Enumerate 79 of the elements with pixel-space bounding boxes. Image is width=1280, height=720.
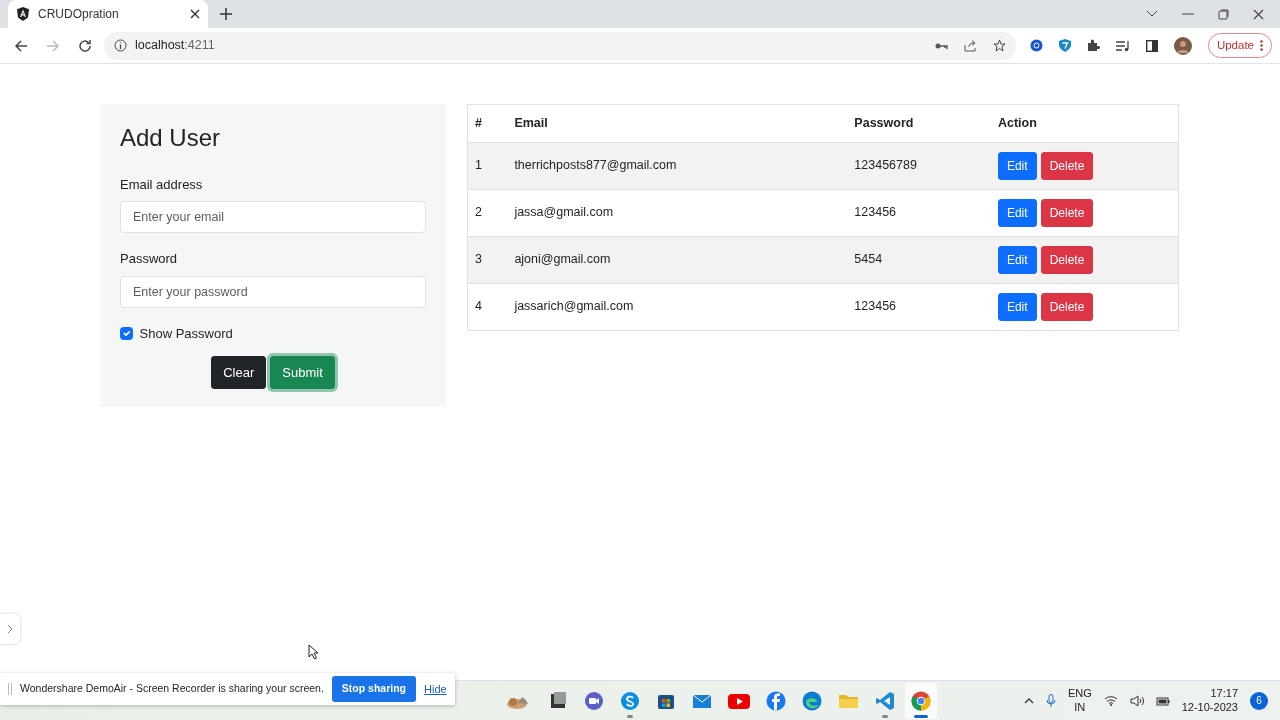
region-text[interactable]: IN: [1067, 700, 1092, 714]
input-field[interactable]: Enter your password: [120, 275, 426, 308]
speaker-icon[interactable]: [1129, 694, 1144, 707]
column-header: Action: [990, 104, 1179, 143]
chevron-up-icon[interactable]: [1023, 696, 1034, 705]
puzzle-icon[interactable]: [1086, 39, 1100, 52]
update-button[interactable]: Update: [1207, 32, 1272, 59]
column-header: Email: [507, 104, 848, 143]
table-cell: 123456: [847, 189, 991, 237]
close-icon[interactable]: [190, 9, 200, 19]
checkbox[interactable]: [120, 327, 133, 341]
window-icon: [548, 690, 568, 711]
new-tab-icon[interactable]: [220, 8, 232, 20]
table-cell: 123456: [847, 283, 991, 331]
form-button[interactable]: Clear: [211, 355, 267, 390]
edge-browser-icon: [802, 690, 822, 711]
side-panel-icon[interactable]: [1145, 39, 1158, 52]
delete-button[interactable]: Delete: [1040, 245, 1094, 274]
info-icon[interactable]: [114, 39, 127, 52]
edit-button[interactable]: Edit: [997, 245, 1037, 274]
restore-icon[interactable]: [1218, 8, 1229, 20]
table-cell: 2: [467, 189, 508, 237]
browser-tab[interactable]: CRUDOpration: [8, 0, 208, 28]
field-label: Password: [120, 250, 179, 269]
media-queue-icon[interactable]: [1115, 39, 1130, 52]
form-title: Add User: [120, 124, 222, 153]
chevron-down-icon[interactable]: [1146, 10, 1158, 18]
wifi-icon[interactable]: [1103, 695, 1118, 706]
delete-button[interactable]: Delete: [1040, 198, 1094, 227]
table-cell: jassa@gmail.com: [507, 189, 848, 237]
form-button[interactable]: Submit: [270, 355, 335, 390]
avatar-icon[interactable]: [1173, 36, 1192, 55]
table-cell: 1: [467, 142, 508, 190]
delete-button[interactable]: Delete: [1040, 292, 1094, 321]
input-field[interactable]: Enter your email: [120, 201, 426, 234]
edit-button[interactable]: Edit: [997, 151, 1037, 180]
drag-handle-icon[interactable]: [8, 683, 12, 695]
chrome-browser-icon: [911, 690, 931, 711]
reload-icon[interactable]: [78, 38, 92, 53]
key-icon[interactable]: [934, 41, 948, 50]
angular-logo-icon: [16, 7, 30, 21]
table-cell: jassarich@gmail.com: [507, 283, 848, 331]
column-header: Password: [847, 104, 991, 143]
tab-title: CRUDOpration: [38, 6, 120, 23]
facebook-logo-icon: [766, 690, 786, 711]
clock-date[interactable]: 12-10-2023: [1181, 700, 1238, 714]
close-icon[interactable]: [1253, 8, 1264, 20]
mouse-cursor-icon: [308, 644, 320, 660]
shield-icon[interactable]: [1058, 39, 1071, 52]
table-cell: 123456789: [847, 142, 991, 190]
back-icon[interactable]: [14, 38, 28, 53]
stop-sharing-button[interactable]: Stop sharing: [331, 676, 417, 702]
column-header: #: [467, 104, 508, 143]
share-icon[interactable]: [963, 39, 977, 52]
field-label: Email address: [120, 175, 204, 194]
code-editor-icon: [875, 690, 895, 711]
url-text: localhost:4211: [135, 37, 215, 55]
edit-button[interactable]: Edit: [997, 292, 1037, 321]
table-cell: 4: [467, 283, 508, 331]
language-text[interactable]: ENG: [1067, 687, 1092, 701]
table-cell: ajoni@gmail.com: [507, 236, 848, 284]
battery-icon[interactable]: [1155, 695, 1170, 706]
delete-button[interactable]: Delete: [1040, 151, 1094, 180]
taskbar-app-button[interactable]: [905, 682, 937, 719]
table-cell: therrichposts877@gmail.com: [507, 142, 848, 190]
edit-button[interactable]: Edit: [997, 198, 1037, 227]
table-cell: 5454: [847, 236, 991, 284]
address-bar[interactable]: localhost:4211: [104, 31, 1016, 60]
clock-time[interactable]: 17:17: [1181, 687, 1238, 701]
chevron-right-icon: [7, 624, 13, 634]
hide-link[interactable]: Hide: [424, 680, 447, 698]
more-icon[interactable]: [1260, 40, 1263, 51]
table-cell: 3: [467, 236, 508, 284]
notification-badge[interactable]: 6: [1250, 691, 1268, 710]
checkbox-label[interactable]: Show Password: [139, 323, 233, 344]
microphone-icon[interactable]: [1045, 693, 1056, 708]
video-chat-icon: [584, 690, 604, 711]
sharing-message: Wondershare DemoAir - Screen Recorder is sharing your screen.: [20, 681, 324, 697]
star-icon[interactable]: [992, 39, 1006, 52]
